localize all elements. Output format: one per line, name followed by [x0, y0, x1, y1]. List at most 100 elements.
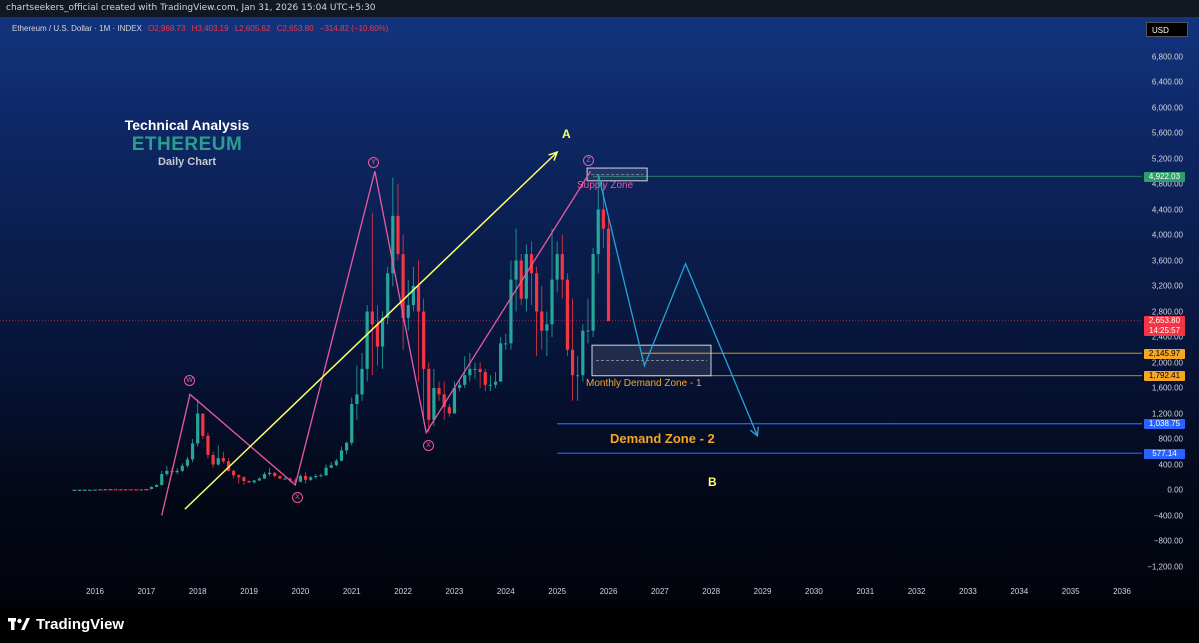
candle-body — [155, 484, 159, 487]
candle-body — [524, 254, 528, 299]
candle-body — [252, 480, 256, 483]
price-axis-tick: 2,800.00 — [1151, 307, 1183, 316]
price-axis-tick: 1,600.00 — [1151, 383, 1183, 393]
price-axis-tick: −1,200.00 — [1147, 562, 1183, 571]
price-axis-tick: 6,000.00 — [1151, 103, 1183, 112]
candle-body — [247, 481, 251, 483]
candle-body — [422, 311, 426, 369]
point-b-label: B — [708, 475, 717, 489]
candle-body — [452, 388, 457, 414]
time-axis-tick: 2028 — [702, 587, 721, 596]
time-axis-tick: 2021 — [342, 587, 361, 596]
candle-body — [535, 273, 539, 312]
candle-body — [457, 384, 462, 388]
wave-y-marker: Y — [368, 157, 379, 168]
price-axis-tick: 800.00 — [1158, 434, 1183, 444]
candle-body — [329, 465, 333, 468]
wave-x2-marker: X — [423, 440, 434, 451]
time-axis-tick: 2018 — [188, 587, 207, 596]
demand-top-tag: 2,145.97 — [1144, 349, 1185, 359]
time-axis-tick: 2024 — [496, 587, 515, 596]
candle-body — [119, 489, 123, 491]
time-axis-tick: 2023 — [445, 587, 464, 596]
candle-body — [334, 460, 338, 466]
time-axis-tick: 2025 — [548, 587, 567, 596]
chart-header-bar: chartseekers_official created with Tradi… — [0, 0, 1199, 17]
bar-countdown: 14:25:57 — [1148, 326, 1181, 335]
candle-body — [103, 489, 107, 491]
candle-body — [129, 489, 133, 491]
legend-change: −314.82 (−10.60%) — [319, 24, 389, 33]
trendline-a — [184, 151, 558, 510]
monthly-demand-zone-label: Monthly Demand Zone - 1 — [586, 378, 702, 389]
candle-body — [309, 477, 313, 480]
candle-body — [432, 388, 436, 420]
candle-body — [262, 474, 267, 479]
candle-body — [319, 475, 323, 477]
candle-body — [324, 467, 328, 476]
candle-body — [139, 489, 143, 491]
price-axis-tick: 1,200.00 — [1151, 409, 1183, 418]
candle-body — [298, 475, 302, 482]
candle-body — [370, 311, 374, 325]
candle-body — [190, 443, 195, 460]
candle-body — [488, 384, 492, 386]
candle-body — [267, 472, 272, 475]
candle-body — [113, 489, 118, 491]
demand2-top-tag: 1,038.75 — [1144, 419, 1185, 429]
candle-body — [581, 330, 585, 376]
title-technical-analysis: Technical Analysis — [124, 117, 250, 133]
candle-body — [72, 489, 77, 491]
candle-body — [555, 254, 559, 280]
candle-body — [108, 489, 113, 491]
time-axis-tick: 2033 — [959, 587, 977, 596]
time-axis-tick: 2030 — [804, 587, 823, 596]
candle-body — [160, 474, 164, 485]
candle-body — [570, 349, 575, 376]
candle-body — [134, 489, 138, 491]
candle-body — [560, 254, 564, 280]
candle-body — [339, 450, 344, 461]
price-axis-tick: 0.00 — [1167, 485, 1183, 495]
candle-body — [149, 486, 154, 490]
candle-body — [427, 368, 431, 420]
candle-body — [144, 489, 148, 491]
candle-body — [98, 489, 102, 491]
candle-body — [232, 470, 236, 476]
candle-body — [565, 279, 570, 350]
resistance-price-tag: 4,922.03 — [1144, 172, 1185, 182]
time-axis-tick: 2022 — [394, 587, 412, 596]
chart-area[interactable]: Ethereum / U.S. Dollar · 1M · INDEX O2,9… — [0, 17, 1199, 607]
candle-body — [278, 475, 282, 479]
legend-close: C2,653.80 — [276, 24, 314, 33]
time-axis-tick: 2035 — [1061, 587, 1080, 596]
price-axis-tick: 4,400.00 — [1151, 205, 1183, 214]
symbol-legend: Ethereum / U.S. Dollar · 1M · INDEX O2,9… — [12, 24, 388, 33]
candle-body — [180, 465, 184, 471]
candle-body — [221, 458, 225, 462]
tradingview-logo[interactable]: TradingView — [8, 616, 124, 633]
candle-body — [550, 279, 554, 325]
currency-button[interactable]: USD — [1146, 22, 1188, 37]
candle-body — [175, 470, 179, 473]
brand-name: TradingView — [36, 616, 125, 633]
candle-body — [350, 403, 354, 443]
time-axis-tick: 2027 — [650, 587, 669, 596]
candle-body — [345, 442, 349, 451]
wave-w-marker: W — [184, 375, 195, 386]
current-price-tag: 2,653.80 14:25:57 — [1144, 316, 1185, 336]
candle-body — [416, 286, 421, 312]
candle-body — [83, 489, 87, 491]
candle-body — [273, 472, 277, 476]
price-chart[interactable] — [0, 17, 1199, 607]
time-axis-tick: 2032 — [907, 587, 926, 596]
time-axis-tick: 2034 — [1010, 587, 1029, 596]
price-axis-tick: −400.00 — [1153, 511, 1183, 520]
candle-body — [196, 413, 200, 444]
candle-body — [437, 388, 441, 395]
candle-body — [386, 273, 390, 318]
candle-body — [303, 475, 308, 480]
time-axis-tick: 2026 — [599, 587, 618, 596]
demand-zone-2-label: Demand Zone - 2 — [610, 431, 715, 446]
creator-line: chartseekers_official created with Tradi… — [6, 3, 376, 13]
